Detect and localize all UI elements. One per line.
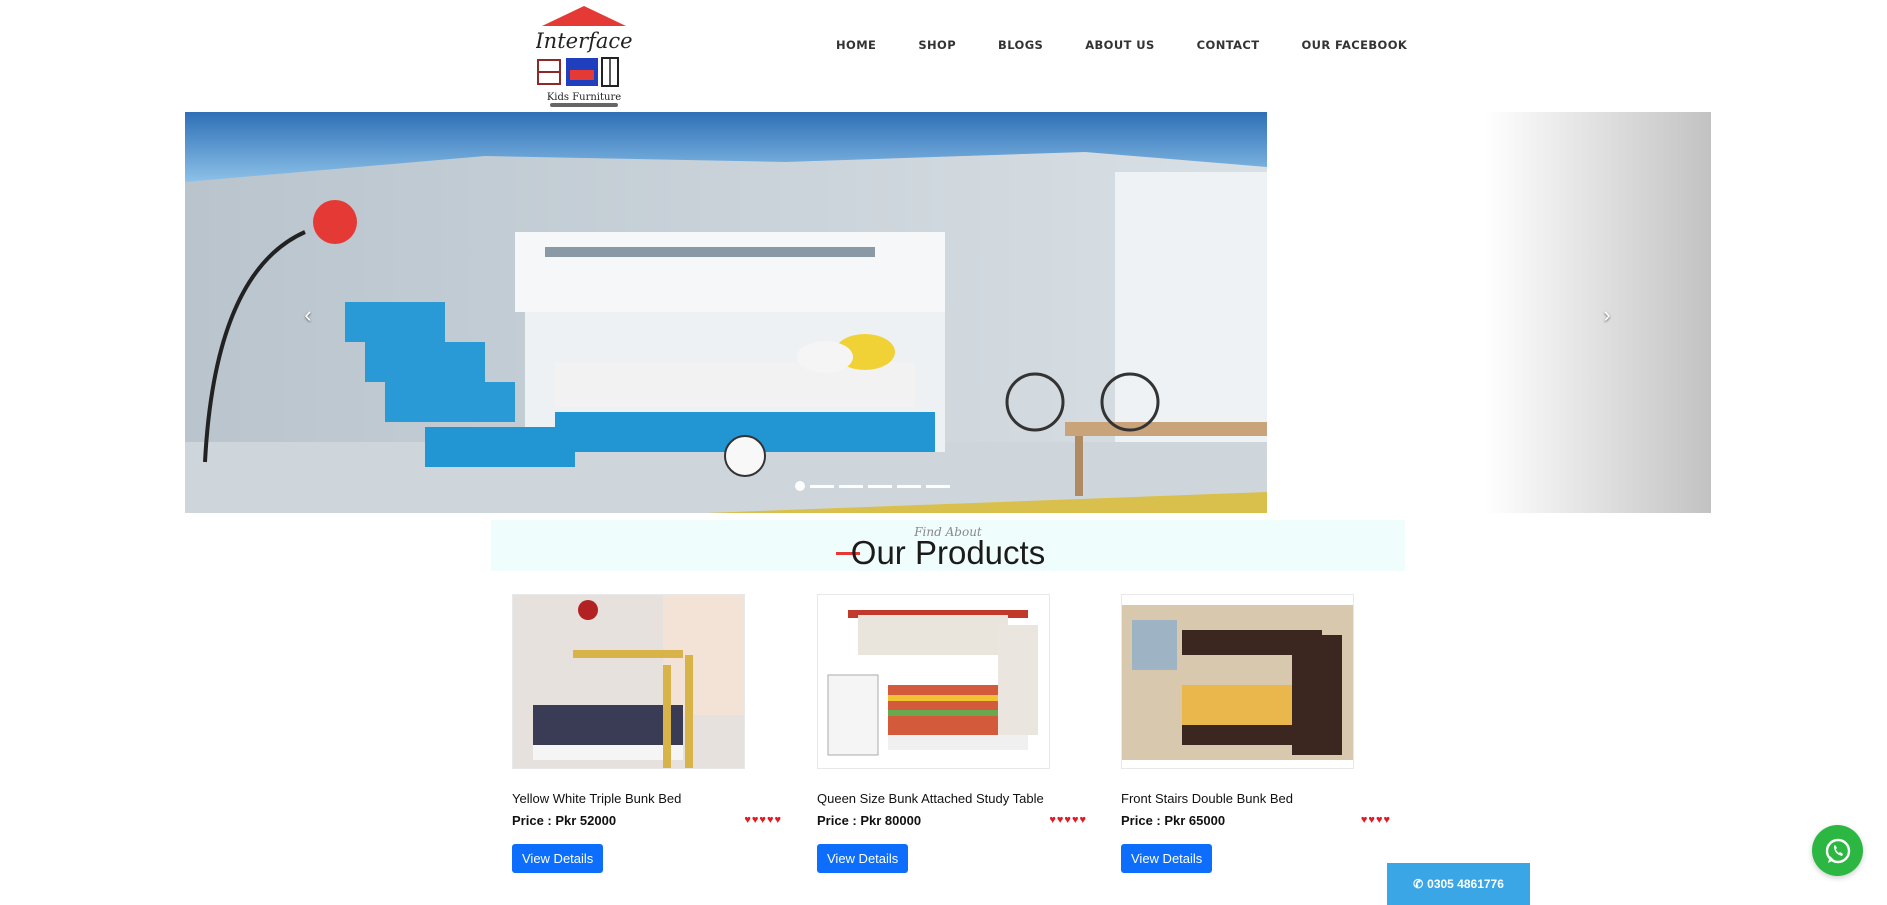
slider-dot-4[interactable] — [868, 484, 892, 488]
products-section-heading: Find About Our Products — [491, 520, 1405, 571]
product-image[interactable] — [817, 594, 1050, 769]
slider-next-arrow[interactable]: › — [1597, 302, 1617, 327]
phone-icon: ✆ — [1413, 877, 1424, 891]
product-price: Price : Pkr 65000 — [1121, 813, 1226, 828]
slider-dot-3[interactable] — [839, 484, 863, 488]
nav-blogs[interactable]: BLOGS — [998, 38, 1043, 52]
product-card: Yellow White Triple Bunk Bed Price : Pkr… — [512, 594, 782, 873]
nav-our-facebook[interactable]: OUR FACEBOOK — [1301, 38, 1407, 52]
rating-stars: ♥♥♥♥♥ — [744, 814, 782, 826]
slide-image-kids-bedroom — [185, 112, 1267, 513]
whatsapp-icon — [1825, 838, 1850, 863]
logo-graphic: Interface Kids Furniture — [536, 6, 632, 107]
nav-home[interactable]: HOME — [836, 38, 876, 52]
nav-about-us[interactable]: ABOUT US — [1085, 38, 1154, 52]
product-price: Price : Pkr 52000 — [512, 813, 617, 828]
slider-prev-arrow[interactable]: ‹ — [298, 302, 318, 327]
main-nav: HOME SHOP BLOGS ABOUT US CONTACT OUR FAC… — [836, 38, 1407, 52]
chevron-right-icon: › — [1603, 302, 1611, 327]
logo-title: Interface — [536, 29, 632, 53]
call-phone-button[interactable]: ✆ 0305 4861776 — [1387, 863, 1530, 905]
whatsapp-button[interactable] — [1812, 825, 1863, 876]
slider-dot-2[interactable] — [810, 484, 834, 488]
rating-stars: ♥♥♥♥ — [1360, 814, 1391, 826]
nav-shop[interactable]: SHOP — [918, 38, 956, 52]
product-name[interactable]: Queen Size Bunk Attached Study Table — [817, 791, 1087, 806]
logo-subtitle: Kids Furniture — [547, 92, 621, 103]
rating-stars: ♥♥♥♥♥ — [1049, 814, 1087, 826]
phone-number: 0305 4861776 — [1427, 877, 1504, 891]
nav-contact[interactable]: CONTACT — [1197, 38, 1260, 52]
product-name[interactable]: Yellow White Triple Bunk Bed — [512, 791, 782, 806]
view-details-button[interactable]: View Details — [512, 844, 604, 873]
product-price: Price : Pkr 80000 — [817, 813, 922, 828]
product-name[interactable]: Front Stairs Double Bunk Bed — [1121, 791, 1391, 806]
hero-slider: ‹ › — [185, 112, 1711, 513]
slider-dot-6[interactable] — [926, 484, 950, 488]
product-image[interactable] — [1121, 594, 1354, 769]
view-details-button[interactable]: View Details — [1121, 844, 1213, 873]
site-logo[interactable]: Interface Kids Furniture — [536, 4, 632, 108]
slider-indicators — [795, 481, 950, 491]
slider-dot-5[interactable] — [897, 484, 921, 488]
section-title: Our Products — [850, 534, 1046, 571]
product-card: Queen Size Bunk Attached Study Table Pri… — [817, 594, 1087, 873]
product-card: Front Stairs Double Bunk Bed Price : Pkr… — [1121, 594, 1391, 873]
site-header: Interface Kids Furniture HOME SHOP BLOGS… — [0, 0, 1887, 112]
product-image[interactable] — [512, 594, 745, 769]
chevron-left-icon: ‹ — [304, 302, 312, 327]
view-details-button[interactable]: View Details — [817, 844, 909, 873]
slider-dot-1[interactable] — [795, 481, 805, 491]
